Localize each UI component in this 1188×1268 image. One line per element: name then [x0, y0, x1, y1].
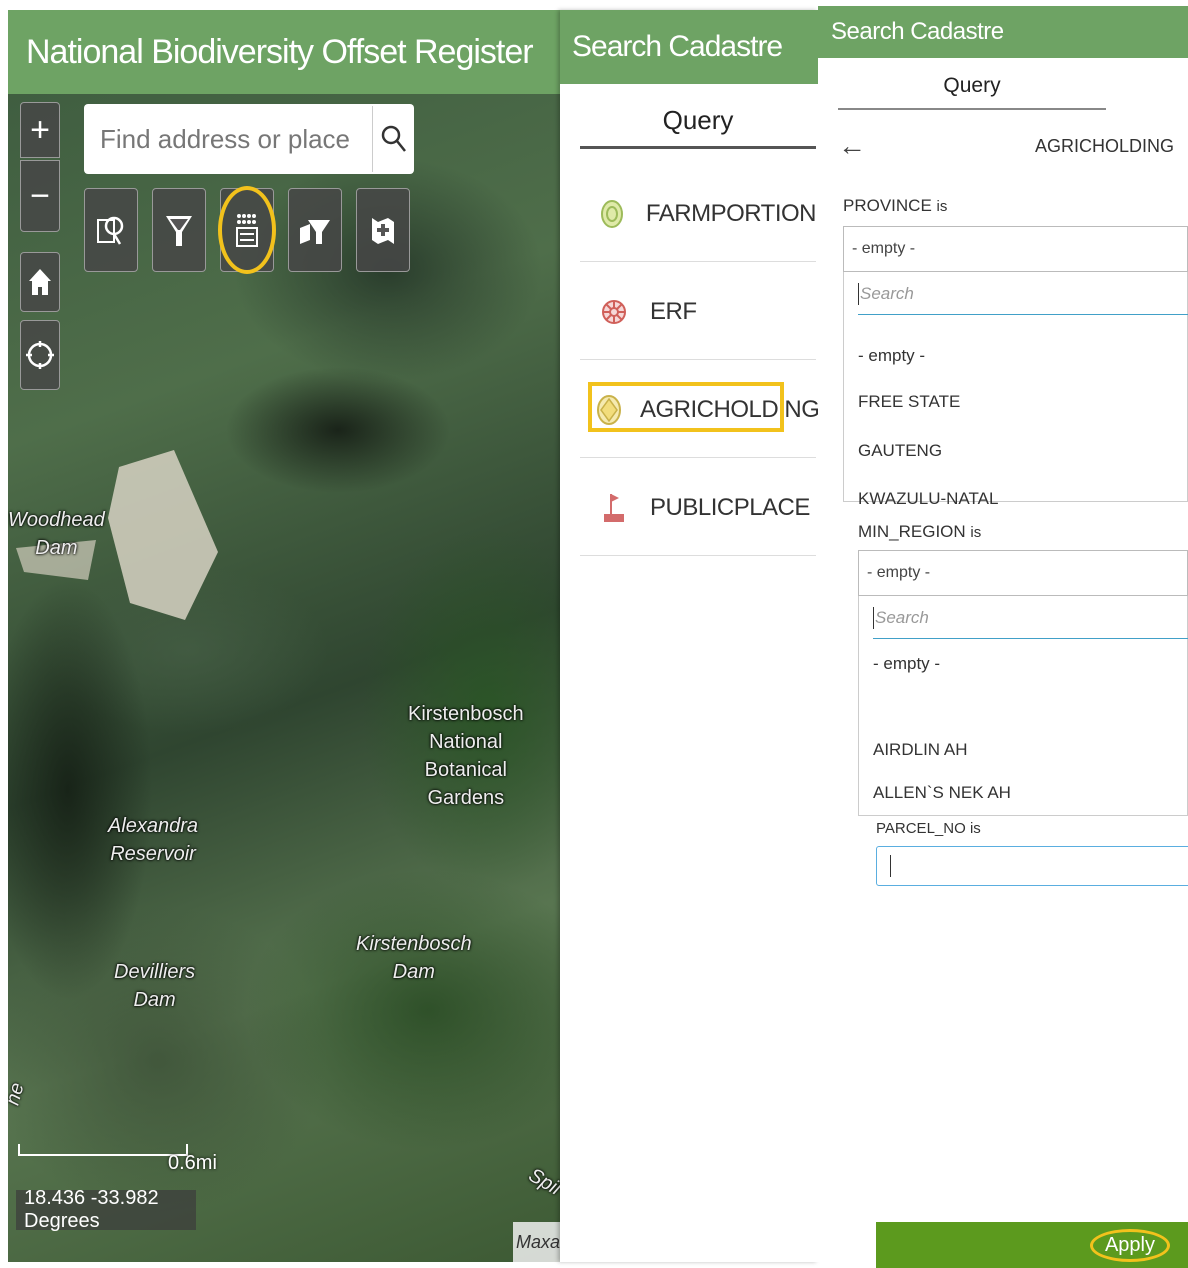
apply-button[interactable]: Apply: [876, 1222, 1188, 1268]
locate-icon: [26, 341, 54, 369]
province-dropdown-search[interactable]: Search: [858, 274, 1188, 315]
province-select[interactable]: - empty -: [843, 226, 1188, 272]
map-view[interactable]: National Biodiversity Offset Register + …: [8, 10, 560, 1262]
min-region-select[interactable]: - empty -: [858, 550, 1188, 596]
panel-title: Search Cadastre: [572, 30, 783, 63]
zoom-in-button[interactable]: +: [20, 102, 60, 158]
map-label-edge: ne: [8, 1080, 29, 1108]
map-label-devilliers-dam: Devilliers Dam: [114, 961, 196, 1011]
layer-filter-tool-button[interactable]: [288, 188, 342, 272]
layer-item-erf[interactable]: ERF: [580, 264, 816, 360]
plus-icon: +: [30, 110, 50, 149]
search-icon: [381, 125, 406, 152]
tab-query[interactable]: Query: [838, 68, 1106, 110]
parcel-no-operator: is: [969, 820, 981, 837]
query-layer-title: AGRICHOLDING: [1034, 135, 1174, 156]
map-add-icon: [372, 218, 394, 244]
back-arrow-icon[interactable]: ←: [838, 130, 878, 162]
query-nav-row: ← AGRICHOLDING: [838, 126, 1188, 166]
layers-filter-icon: [300, 220, 330, 244]
text-caret: [858, 283, 859, 305]
scale-label: 0.6mi: [168, 1152, 217, 1174]
add-layer-tool-button[interactable]: [356, 188, 410, 272]
min-region-selected-value: - empty -: [867, 564, 931, 581]
zoom-out-button[interactable]: −: [20, 160, 60, 232]
document-search-icon: [97, 216, 124, 245]
min-region-field-name: MIN_REGION: [858, 522, 966, 541]
map-label-woodhead-dam: Woodhead Dam: [8, 509, 105, 559]
apply-button-label: Apply: [1089, 1228, 1170, 1262]
text-caret: [890, 855, 891, 877]
min-region-option[interactable]: ALLEN`S NEK AH: [873, 783, 1011, 803]
home-icon: [29, 269, 51, 295]
panel-title-bar: Search Cadastre: [818, 6, 1188, 58]
locate-button[interactable]: [20, 320, 60, 390]
address-search: [84, 104, 414, 174]
province-label: PROVINCE is: [843, 196, 947, 216]
panel-title-bar: Search Cadastre: [560, 10, 818, 84]
min-region-dropdown: Search - empty - AIRDLIN AH ALLEN`S NEK …: [858, 596, 1188, 816]
farmportion-icon: [596, 198, 628, 230]
map-terrain-scar: [108, 450, 218, 620]
layer-label: PUBLICPLACE: [650, 493, 810, 521]
text-caret: [873, 607, 874, 629]
search-cadastre-tool-button[interactable]: [220, 188, 274, 272]
erf-icon: [596, 297, 632, 327]
minus-icon: −: [30, 176, 50, 215]
app-title-bar: National Biodiversity Offset Register: [8, 10, 560, 94]
panel-title: Search Cadastre: [831, 18, 1004, 45]
publicplace-icon: [596, 490, 632, 526]
min-region-operator: is: [970, 524, 982, 541]
app-title: National Biodiversity Offset Register: [26, 32, 534, 71]
tab-query[interactable]: Query: [580, 100, 816, 149]
layer-label: ERF: [650, 297, 697, 325]
province-dropdown: Search - empty - FREE STATE GAUTENG KWAZ…: [843, 272, 1188, 508]
search-cadastre-panel-query: Search Cadastre Query ← AGRICHOLDING PRO…: [818, 6, 1188, 1268]
scale-bar: [18, 1144, 188, 1156]
map-label-alexandra-reservoir: Alexandra Reservoir: [108, 815, 199, 865]
province-option[interactable]: FREE STATE: [858, 392, 960, 412]
province-option[interactable]: GAUTENG: [858, 441, 942, 461]
layer-label: FARMPORTION: [645, 199, 817, 227]
min-region-search-placeholder: Search: [875, 608, 929, 627]
filter-tool-button[interactable]: [152, 188, 206, 272]
province-option[interactable]: KWAZULU-NATAL: [858, 489, 998, 509]
search-button[interactable]: [372, 106, 414, 172]
layer-item-farmportion[interactable]: FARMPORTION: [580, 166, 817, 262]
query-tool-button[interactable]: [84, 188, 138, 272]
province-search-placeholder: Search: [860, 284, 914, 303]
map-label-kirstenbosch-dam: Kirstenbosch Dam: [356, 933, 472, 983]
min-region-option[interactable]: - empty -: [873, 654, 940, 674]
province-selected-value: - empty -: [852, 240, 916, 257]
layer-item-agricholding[interactable]: AGRICHOLDING: [580, 362, 820, 458]
province-operator: is: [936, 198, 948, 215]
parcel-no-field-name: PARCEL_NO: [876, 820, 966, 837]
min-region-label: MIN_REGION is: [858, 522, 1188, 542]
province-option[interactable]: - empty -: [858, 346, 925, 366]
parcel-no-label: PARCEL_NO is: [876, 820, 1188, 837]
parcel-no-input[interactable]: [876, 846, 1188, 886]
address-search-input[interactable]: [84, 105, 372, 173]
funnel-icon: [166, 216, 192, 246]
min-region-dropdown-search[interactable]: Search: [873, 598, 1188, 639]
province-field-name: PROVINCE: [843, 196, 932, 215]
home-button[interactable]: [20, 252, 60, 312]
map-attribution[interactable]: Maxar: [513, 1222, 560, 1262]
layer-item-publicplace[interactable]: PUBLICPLACE: [580, 460, 816, 556]
coordinate-readout: 18.436 -33.982 Degrees: [16, 1187, 196, 1232]
min-region-option[interactable]: AIRDLIN AH: [873, 740, 967, 760]
layer-label: AGRICHOLDING: [640, 395, 820, 423]
map-label-kirstenbosch-gardens: Kirstenbosch National Botanical Gardens: [408, 703, 524, 809]
cadastre-grid-icon: [236, 214, 258, 247]
search-cadastre-panel-layers: Search Cadastre Query FARMPORTION ERF AG…: [560, 10, 820, 1262]
agricholding-icon: [596, 394, 622, 426]
map-label-spil: Spil: [524, 1164, 560, 1200]
